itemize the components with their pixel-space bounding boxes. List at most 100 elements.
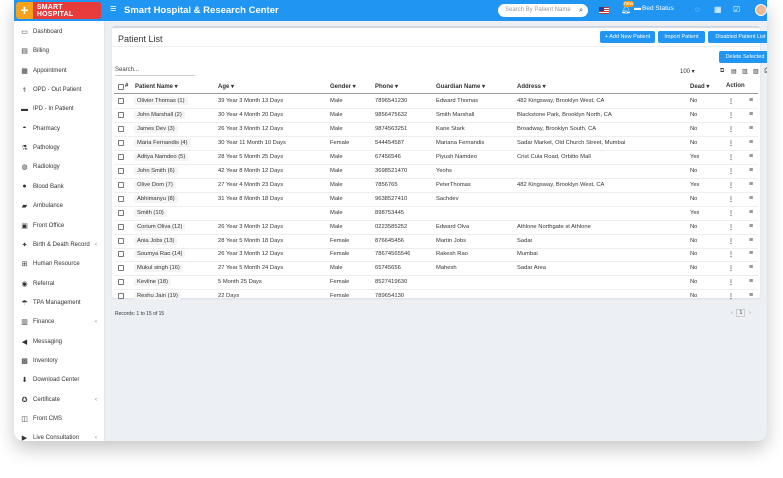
header-guardian-name[interactable]: Guardian Name ▾ [436, 83, 485, 90]
row-checkbox[interactable] [118, 139, 124, 146]
next-page-icon[interactable]: › [749, 310, 751, 316]
more-options-icon[interactable]: ⋮ [728, 168, 734, 175]
more-options-icon[interactable]: ⋮ [728, 196, 734, 203]
sidebar-item-dashboard[interactable]: ▭ Dashboard [14, 25, 105, 39]
sidebar-item-finance[interactable]: ▥ Finance ‹ [14, 315, 105, 329]
patient-name-link[interactable]: Maria Fernandis (4) [134, 138, 191, 147]
patient-name-link[interactable]: John Marshall (2) [134, 110, 185, 119]
row-checkbox[interactable] [118, 265, 124, 272]
add-new-patient-button[interactable]: + Add New Patient [600, 31, 655, 43]
sidebar-item-ambulance[interactable]: ▰ Ambulance [14, 199, 105, 213]
select-all-checkbox[interactable] [118, 84, 124, 90]
page-size-select[interactable]: 100 ▾ [680, 68, 695, 75]
copy-icon[interactable]: ⧉ [720, 68, 724, 75]
sidebar-item-referral[interactable]: ◉ Referral [14, 277, 105, 291]
logo[interactable]: + SMART HOSPITAL [16, 2, 101, 19]
patient-name-link[interactable]: Abhimanyu (8) [134, 194, 178, 203]
csv-icon[interactable]: ▥ [742, 68, 748, 75]
patient-name-link[interactable]: John Smith (6) [134, 166, 178, 175]
import-patient-button[interactable]: Import Patient [658, 31, 705, 43]
patient-name-link[interactable]: Mukul singh (16) [134, 264, 183, 273]
sidebar-item-blood-bank[interactable]: ● Blood Bank [14, 180, 105, 194]
page-number[interactable]: 1 [736, 309, 746, 317]
more-options-icon[interactable]: ⋮ [728, 154, 734, 161]
sidebar-item-certificate[interactable]: ✪ Certificate ‹ [14, 393, 105, 407]
sidebar-item-pharmacy[interactable]: ◓ Pharmacy [14, 122, 105, 136]
more-options-icon[interactable]: ⋮ [728, 126, 734, 133]
sidebar-item-inventory[interactable]: ▩ Inventory [14, 354, 105, 368]
row-menu-icon[interactable]: ≡ [749, 250, 753, 257]
header-dead[interactable]: Dead ▾ [690, 83, 709, 90]
more-options-icon[interactable]: ⋮ [728, 140, 734, 147]
row-menu-icon[interactable]: ≡ [749, 209, 753, 216]
sidebar-item-front-office[interactable]: ▣ Front Office [14, 219, 105, 233]
patient-name-link[interactable]: Olivier Thomas (1) [134, 97, 188, 105]
row-checkbox[interactable] [118, 195, 124, 202]
sidebar-item-pathology[interactable]: ⚗ Pathology [14, 141, 105, 155]
header-address[interactable]: Address ▾ [517, 83, 546, 90]
row-menu-icon[interactable]: ≡ [749, 195, 753, 202]
sidebar-item-birth-death-record[interactable]: ✦ Birth & Death Record ‹ [14, 238, 105, 252]
sidebar-item-tpa-management[interactable]: ☂ TPA Management [14, 296, 105, 310]
row-checkbox[interactable] [118, 293, 124, 300]
more-options-icon[interactable]: ⋮ [728, 112, 734, 119]
row-menu-icon[interactable]: ≡ [749, 111, 753, 118]
sidebar-item-messaging[interactable]: ◀ Messaging [14, 335, 105, 349]
sidebar-item-radiology[interactable]: ◍ Radiology [14, 160, 105, 174]
row-menu-icon[interactable]: ≡ [749, 278, 753, 285]
patient-name-link[interactable]: James Dev (3) [134, 124, 178, 133]
row-checkbox[interactable] [118, 181, 124, 188]
search-icon[interactable]: ⌕ [579, 4, 583, 17]
prev-page-icon[interactable]: ‹ [731, 310, 733, 316]
sidebar-item-ipd-in-patient[interactable]: ▬ IPD - In Patient [14, 102, 105, 116]
sidebar-item-front-cms[interactable]: ◫ Front CMS [14, 412, 105, 426]
language-flag-icon[interactable] [599, 7, 609, 14]
sidebar-item-opd-out-patient[interactable]: ⚕ OPD - Out Patient [14, 83, 105, 97]
header-age[interactable]: Age ▾ [218, 83, 234, 90]
row-menu-icon[interactable]: ≡ [749, 97, 753, 104]
row-checkbox[interactable] [118, 209, 124, 216]
patient-search-input[interactable]: Search By Patient Name ⌕ [498, 4, 588, 17]
disabled-patient-list-button[interactable]: Disabled Patient List [708, 31, 767, 43]
more-options-icon[interactable]: ⋮ [728, 210, 734, 217]
more-options-icon[interactable]: ⋮ [728, 265, 734, 272]
row-menu-icon[interactable]: ≡ [749, 292, 753, 299]
row-menu-icon[interactable]: ≡ [749, 237, 753, 244]
more-options-icon[interactable]: ⋮ [728, 293, 734, 300]
row-checkbox[interactable] [118, 98, 124, 104]
sidebar-item-download-center[interactable]: ⬇ Download Center [14, 373, 105, 387]
sidebar-item-live-consultation[interactable]: ▶ Live Consultation ‹ [14, 431, 105, 441]
pdf-icon[interactable]: ▧ [753, 68, 759, 75]
checklist-icon[interactable]: ☑ [733, 5, 740, 14]
patient-name-link[interactable]: Smith (10) [134, 208, 167, 217]
calendar-icon[interactable]: ▦ [714, 5, 722, 14]
row-menu-icon[interactable]: ≡ [749, 264, 753, 271]
row-checkbox[interactable] [118, 167, 124, 174]
row-checkbox[interactable] [118, 279, 124, 286]
more-options-icon[interactable]: ⋮ [728, 182, 734, 189]
row-menu-icon[interactable]: ≡ [749, 181, 753, 188]
patient-name-link[interactable]: Soumya Rao (14) [134, 250, 186, 259]
patient-name-link[interactable]: Reshu Jain (19) [134, 292, 181, 301]
table-search-input[interactable]: Search... [115, 67, 139, 73]
more-options-icon[interactable]: ⋮ [728, 98, 734, 105]
row-checkbox[interactable] [118, 111, 124, 118]
row-checkbox[interactable] [118, 223, 124, 230]
row-menu-icon[interactable]: ≡ [749, 139, 753, 146]
menu-toggle-icon[interactable]: ≡ [110, 3, 116, 15]
more-options-icon[interactable]: ⋮ [728, 238, 734, 245]
row-checkbox[interactable] [118, 125, 124, 132]
header-patient-name[interactable]: Patient Name ▾ [135, 83, 178, 90]
header-gender[interactable]: Gender ▾ [330, 83, 356, 90]
patient-name-link[interactable]: Olive Dom (7) [134, 180, 176, 189]
patient-name-link[interactable]: Aditya Namdeo (5) [134, 152, 189, 161]
sidebar-item-appointment[interactable]: ▦ Appointment [14, 64, 105, 78]
row-checkbox[interactable] [118, 237, 124, 244]
print-icon[interactable]: ⎙ [764, 68, 767, 75]
sidebar-item-billing[interactable]: ▤ Billing [14, 44, 105, 58]
sidebar-item-human-resource[interactable]: ⊞ Human Resource [14, 257, 105, 271]
patient-name-link[interactable]: Corium Oliva (12) [134, 222, 186, 231]
patient-name-link[interactable]: Kevline (18) [134, 278, 171, 287]
row-menu-icon[interactable]: ≡ [749, 167, 753, 174]
bed-status-link[interactable]: Bed Status [642, 5, 674, 12]
